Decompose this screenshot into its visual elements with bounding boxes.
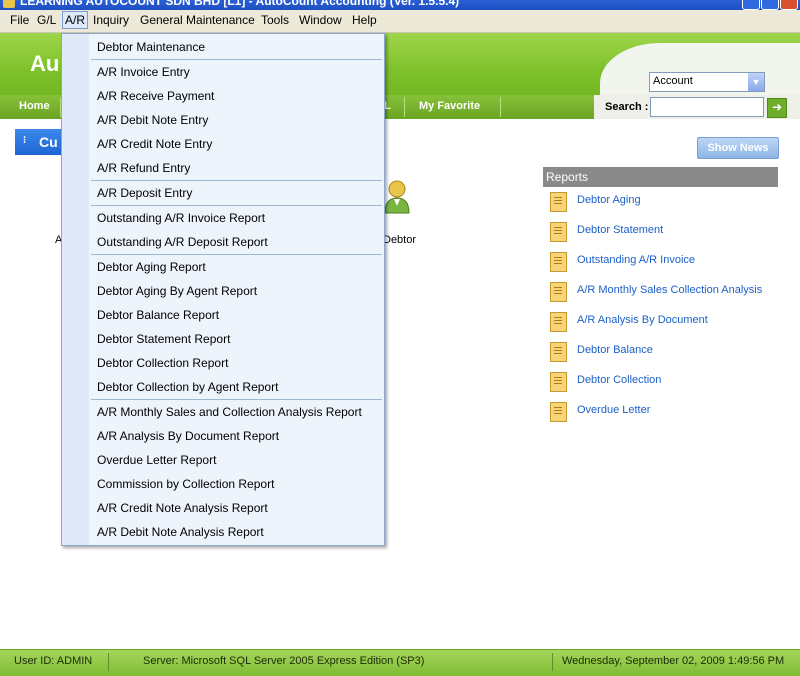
menu-separator [91, 399, 382, 400]
section-badge: ⁝ Cu [15, 129, 63, 155]
menu-separator [91, 59, 382, 60]
menu-bar: File G/L A/R Inquiry General Maintenance… [0, 10, 800, 33]
report-document-icon [550, 222, 567, 242]
report-link-label[interactable]: Debtor Statement [577, 224, 663, 236]
report-document-icon [550, 252, 567, 272]
nav-separator [404, 97, 405, 117]
status-user: User ID: ADMIN [14, 655, 93, 667]
menu-separator [91, 254, 382, 255]
menu-window[interactable]: Window [299, 13, 342, 27]
nav-home[interactable]: Home [19, 100, 50, 112]
menu-file[interactable]: File [10, 13, 29, 27]
menu-icon-gutter [62, 34, 89, 545]
search-label: Search : [605, 101, 649, 113]
debtor-shortcut-label[interactable]: Debtor [383, 234, 416, 246]
minimize-button[interactable] [742, 0, 760, 10]
report-document-icon [550, 282, 567, 302]
menu-item-debtor-maintenance[interactable]: Debtor Maintenance [97, 40, 205, 54]
menu-item-monthly-sales-collection-report[interactable]: A/R Monthly Sales and Collection Analysi… [97, 405, 362, 419]
debtor-person-icon[interactable] [383, 180, 411, 214]
menu-item-credit-note-analysis-report[interactable]: A/R Credit Note Analysis Report [97, 501, 268, 515]
menu-item-ar-invoice-entry[interactable]: A/R Invoice Entry [97, 65, 190, 79]
menu-item-ar-credit-note-entry[interactable]: A/R Credit Note Entry [97, 137, 212, 151]
app-icon [3, 0, 15, 8]
report-link-label[interactable]: Outstanding A/R Invoice [577, 254, 695, 266]
show-news-button[interactable]: Show News [697, 137, 779, 159]
menu-item-ar-debit-note-entry[interactable]: A/R Debit Note Entry [97, 113, 208, 127]
report-link-label[interactable]: A/R Analysis By Document [577, 314, 708, 326]
app-logo-text: Au [30, 51, 60, 76]
menu-gl[interactable]: G/L [37, 13, 56, 27]
menu-item-debtor-aging-by-agent-report[interactable]: Debtor Aging By Agent Report [97, 284, 257, 298]
grip-icon: ⁝ [23, 135, 27, 146]
menu-item-debtor-aging-report[interactable]: Debtor Aging Report [97, 260, 206, 274]
menu-item-ar-refund-entry[interactable]: A/R Refund Entry [97, 161, 190, 175]
ar-dropdown-menu: Debtor Maintenance A/R Invoice Entry A/R… [61, 33, 385, 546]
close-button[interactable] [780, 0, 798, 10]
status-bar: User ID: ADMIN Server: Microsoft SQL Ser… [0, 649, 800, 676]
window-title: LEARNING AUTOCOUNT SDN BHD [L1] - AutoCo… [20, 0, 460, 8]
reports-heading: Reports [543, 167, 778, 187]
search-go-button[interactable]: ➜ [767, 98, 787, 118]
status-divider [552, 653, 553, 671]
menu-separator [91, 205, 382, 206]
nav-my-favorite[interactable]: My Favorite [419, 100, 480, 112]
menu-inquiry[interactable]: Inquiry [93, 13, 129, 27]
chevron-down-icon[interactable]: ▼ [748, 73, 764, 91]
report-document-icon [550, 192, 567, 212]
menu-separator [91, 180, 382, 181]
report-document-icon [550, 402, 567, 422]
menu-item-debtor-collection-report[interactable]: Debtor Collection Report [97, 356, 228, 370]
search-input[interactable] [650, 97, 764, 117]
menu-item-debtor-collection-by-agent-report[interactable]: Debtor Collection by Agent Report [97, 380, 278, 394]
report-link-label[interactable]: Overdue Letter [577, 404, 650, 416]
menu-item-outstanding-invoice-report[interactable]: Outstanding A/R Invoice Report [97, 211, 265, 225]
reports-heading-text: Reports [546, 170, 589, 184]
menu-item-commission-by-collection-report[interactable]: Commission by Collection Report [97, 477, 274, 491]
report-link-label[interactable]: Debtor Aging [577, 194, 641, 206]
report-link-label[interactable]: Debtor Balance [577, 344, 653, 356]
menu-item-analysis-by-document-report[interactable]: A/R Analysis By Document Report [97, 429, 279, 443]
nav-gl-fragment[interactable]: L [384, 100, 391, 112]
account-select-value: Account [653, 75, 693, 87]
status-server: Server: Microsoft SQL Server 2005 Expres… [143, 655, 425, 667]
menu-general-maintenance[interactable]: General Maintenance [140, 13, 255, 27]
menu-item-ar-receive-payment[interactable]: A/R Receive Payment [97, 89, 214, 103]
report-link-label[interactable]: Debtor Collection [577, 374, 661, 386]
menu-help[interactable]: Help [352, 13, 377, 27]
status-divider [108, 653, 109, 671]
report-document-icon [550, 342, 567, 362]
status-datetime: Wednesday, September 02, 2009 1:49:56 PM [562, 655, 785, 667]
menu-item-outstanding-deposit-report[interactable]: Outstanding A/R Deposit Report [97, 235, 268, 249]
menu-item-ar-deposit-entry[interactable]: A/R Deposit Entry [97, 186, 192, 200]
menu-item-overdue-letter-report[interactable]: Overdue Letter Report [97, 453, 216, 467]
report-link-label[interactable]: A/R Monthly Sales Collection Analysis [577, 284, 762, 296]
title-bar: LEARNING AUTOCOUNT SDN BHD [L1] - AutoCo… [0, 0, 800, 10]
arrow-right-icon: ➜ [771, 100, 783, 114]
menu-item-debtor-statement-report[interactable]: Debtor Statement Report [97, 332, 230, 346]
report-document-icon [550, 372, 567, 392]
nav-separator [500, 97, 501, 117]
menu-tools[interactable]: Tools [261, 13, 289, 27]
section-badge-text: Cu [39, 134, 58, 150]
maximize-button[interactable] [761, 0, 779, 10]
report-document-icon [550, 312, 567, 332]
menu-item-debtor-balance-report[interactable]: Debtor Balance Report [97, 308, 219, 322]
menu-ar[interactable]: A/R [62, 11, 89, 29]
menu-item-debit-note-analysis-report[interactable]: A/R Debit Note Analysis Report [97, 525, 264, 539]
account-select[interactable]: Account ▼ [649, 72, 765, 92]
